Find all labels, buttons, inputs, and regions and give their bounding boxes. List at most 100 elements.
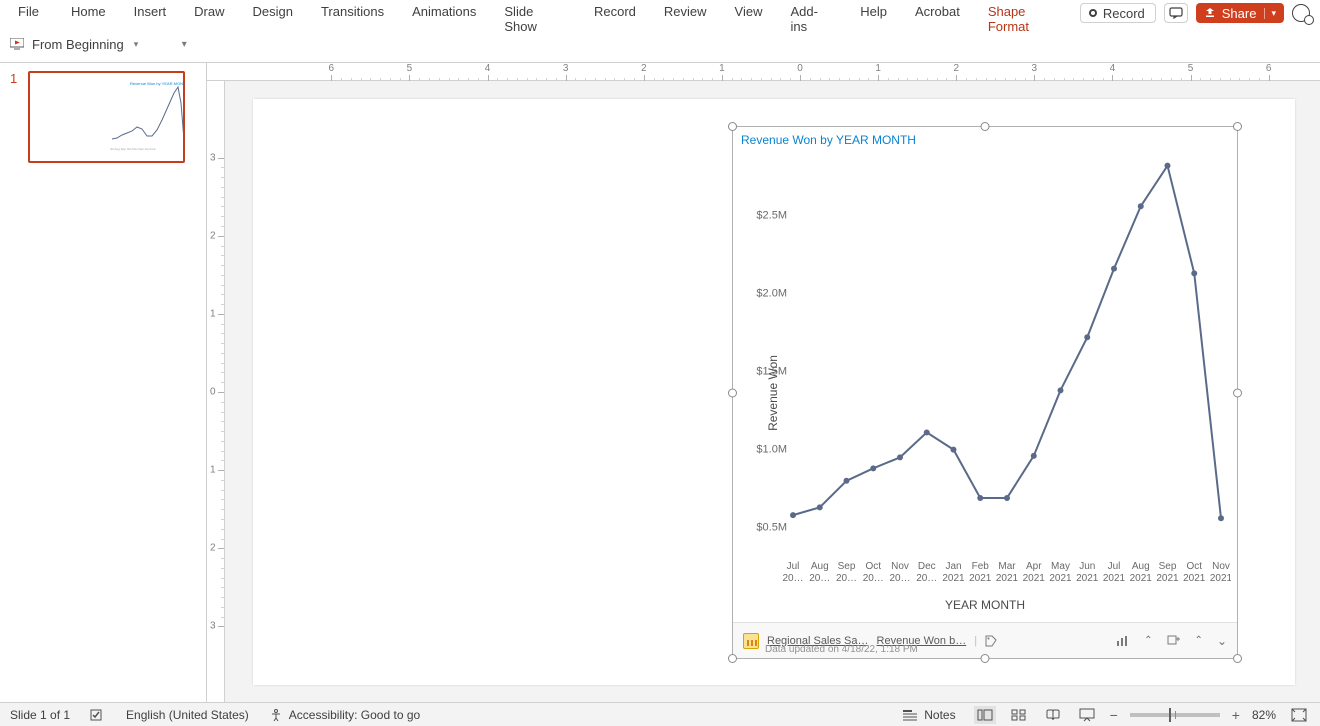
- zoom-in-button[interactable]: +: [1232, 707, 1240, 723]
- y-tick-label: $1.0M: [756, 444, 787, 456]
- chart-data-point: [1031, 453, 1037, 459]
- language-label: English (United States): [126, 708, 249, 722]
- zoom-out-button[interactable]: −: [1110, 707, 1118, 723]
- x-tick-label-year: 20…: [782, 573, 803, 584]
- x-tick-label-year: 2021: [1103, 573, 1126, 584]
- tab-view[interactable]: View: [721, 0, 777, 27]
- resize-handle-e[interactable]: [1233, 388, 1242, 397]
- slide-counter-label: Slide 1 of 1: [10, 708, 70, 722]
- x-tick-label-month: Oct: [1186, 561, 1202, 572]
- x-tick-label-month: Feb: [972, 561, 990, 572]
- account-avatar-icon[interactable]: [1292, 4, 1310, 22]
- slide-counter[interactable]: Slide 1 of 1: [10, 708, 70, 722]
- embedded-chart[interactable]: Revenue Won by YEAR MONTH Revenue Won $0…: [733, 127, 1237, 658]
- x-tick-label-month: Sep: [838, 561, 856, 572]
- x-tick-label-year: 2021: [996, 573, 1019, 584]
- slide-thumbnail-pane[interactable]: 1 Revenue Won by YEAR MONTH Jul Aug Sep …: [0, 63, 207, 702]
- zoom-percent-label[interactable]: 82%: [1252, 708, 1276, 722]
- tab-acrobat[interactable]: Acrobat: [901, 0, 974, 27]
- resize-handle-n[interactable]: [981, 122, 990, 131]
- notes-label: Notes: [924, 708, 955, 722]
- x-tick-label-year: 2021: [969, 573, 992, 584]
- vertical-ruler[interactable]: 3210123: [207, 81, 225, 702]
- x-tick-label-month: Nov: [891, 561, 909, 572]
- x-tick-label-year: 2021: [942, 573, 965, 584]
- resize-handle-ne[interactable]: [1233, 122, 1242, 131]
- x-tick-label-month: Jun: [1079, 561, 1095, 572]
- from-beginning-button[interactable]: From Beginning ▾: [10, 37, 138, 52]
- divider: |: [974, 635, 977, 647]
- notes-button[interactable]: Notes: [902, 708, 955, 722]
- slide-sorter-icon: [1011, 709, 1027, 721]
- language-button[interactable]: English (United States): [126, 708, 249, 722]
- slide-sorter-view-button[interactable]: [1008, 706, 1030, 724]
- tab-add-ins[interactable]: Add-ins: [777, 0, 847, 42]
- quick-access-toolbar: From Beginning ▾ ▾: [0, 26, 1320, 62]
- tag-icon[interactable]: [985, 635, 997, 647]
- slide-thumbnail-1[interactable]: Revenue Won by YEAR MONTH Jul Aug Sep Oc…: [28, 71, 185, 163]
- x-axis-title: YEAR MONTH: [733, 598, 1237, 612]
- tab-record[interactable]: Record: [580, 0, 650, 27]
- share-chevron-down-icon[interactable]: ▾: [1264, 8, 1276, 19]
- accessibility-button[interactable]: Accessibility: Good to go: [269, 708, 420, 722]
- tab-slide-show[interactable]: Slide Show: [490, 0, 580, 42]
- workspace: 1 Revenue Won by YEAR MONTH Jul Aug Sep …: [0, 62, 1320, 702]
- x-tick-label-month: Sep: [1159, 561, 1177, 572]
- from-beginning-icon: [10, 38, 24, 50]
- chart-menu-chevron-icon[interactable]: ⌄: [1217, 634, 1227, 648]
- resize-handle-nw[interactable]: [728, 122, 737, 131]
- tab-help[interactable]: Help: [846, 0, 901, 27]
- x-tick-label-month: Oct: [865, 561, 881, 572]
- chart-data-point: [1191, 270, 1197, 276]
- from-beginning-dropdown-icon[interactable]: ▾: [134, 39, 139, 50]
- tab-shape-format[interactable]: Shape Format: [974, 0, 1080, 42]
- comments-button[interactable]: [1164, 3, 1188, 23]
- ruler-v-number: 2: [210, 230, 216, 241]
- horizontal-ruler[interactable]: 6543210123456: [207, 63, 1320, 81]
- tab-insert[interactable]: Insert: [120, 0, 181, 27]
- resize-handle-se[interactable]: [1233, 654, 1242, 663]
- visualize-chevron-icon[interactable]: ⌃: [1144, 635, 1152, 646]
- tab-file[interactable]: File: [0, 0, 57, 27]
- chart-data-point: [977, 495, 983, 501]
- tab-draw[interactable]: Draw: [180, 0, 238, 27]
- chart-visualize-icon[interactable]: [1116, 635, 1130, 647]
- x-tick-label-month: Jul: [1108, 561, 1121, 572]
- share-button[interactable]: Share ▾: [1196, 3, 1284, 23]
- tab-animations[interactable]: Animations: [398, 0, 490, 27]
- normal-view-button[interactable]: [974, 706, 996, 724]
- tab-review[interactable]: Review: [650, 0, 721, 27]
- chart-insert-icon[interactable]: [1167, 635, 1181, 647]
- x-tick-label-year: 2021: [1076, 573, 1099, 584]
- fit-to-window-icon: [1291, 708, 1307, 722]
- slideshow-view-button[interactable]: [1076, 706, 1098, 724]
- slide-1[interactable]: Revenue Won by YEAR MONTH Revenue Won $0…: [253, 99, 1295, 685]
- chart-data-point: [817, 504, 823, 510]
- y-tick-label: $2.5M: [756, 210, 787, 222]
- customize-qat-button[interactable]: ▾: [176, 36, 192, 52]
- zoom-slider[interactable]: [1130, 713, 1220, 717]
- resize-handle-sw[interactable]: [728, 654, 737, 663]
- chart-data-point: [1004, 495, 1010, 501]
- tab-home[interactable]: Home: [57, 0, 120, 27]
- y-tick-label: $1.5M: [756, 366, 787, 378]
- fit-to-window-button[interactable]: [1288, 706, 1310, 724]
- ruler-h-number: 6: [1266, 63, 1272, 74]
- x-tick-label-month: Aug: [1132, 561, 1150, 572]
- insert-chevron-icon[interactable]: ⌃: [1195, 635, 1203, 646]
- record-button[interactable]: Record: [1080, 3, 1156, 23]
- tab-transitions[interactable]: Transitions: [307, 0, 398, 27]
- resize-handle-w[interactable]: [728, 388, 737, 397]
- x-tick-label-month: Apr: [1026, 561, 1042, 572]
- tab-design[interactable]: Design: [239, 0, 307, 27]
- x-tick-label-month: Nov: [1212, 561, 1230, 572]
- spell-check-button[interactable]: [90, 708, 106, 722]
- resize-handle-s[interactable]: [981, 654, 990, 663]
- y-tick-label: $2.0M: [756, 288, 787, 300]
- reading-view-button[interactable]: [1042, 706, 1064, 724]
- chart-data-point: [897, 454, 903, 460]
- ruler-h-number: 2: [641, 63, 647, 74]
- slideshow-view-icon: [1079, 708, 1095, 722]
- svg-text:Jul Aug Sep Oct Nov Dec Jan Fe: Jul Aug Sep Oct Nov Dec Jan Feb: [110, 147, 156, 151]
- slide-scroll-area[interactable]: Revenue Won by YEAR MONTH Revenue Won $0…: [225, 81, 1320, 702]
